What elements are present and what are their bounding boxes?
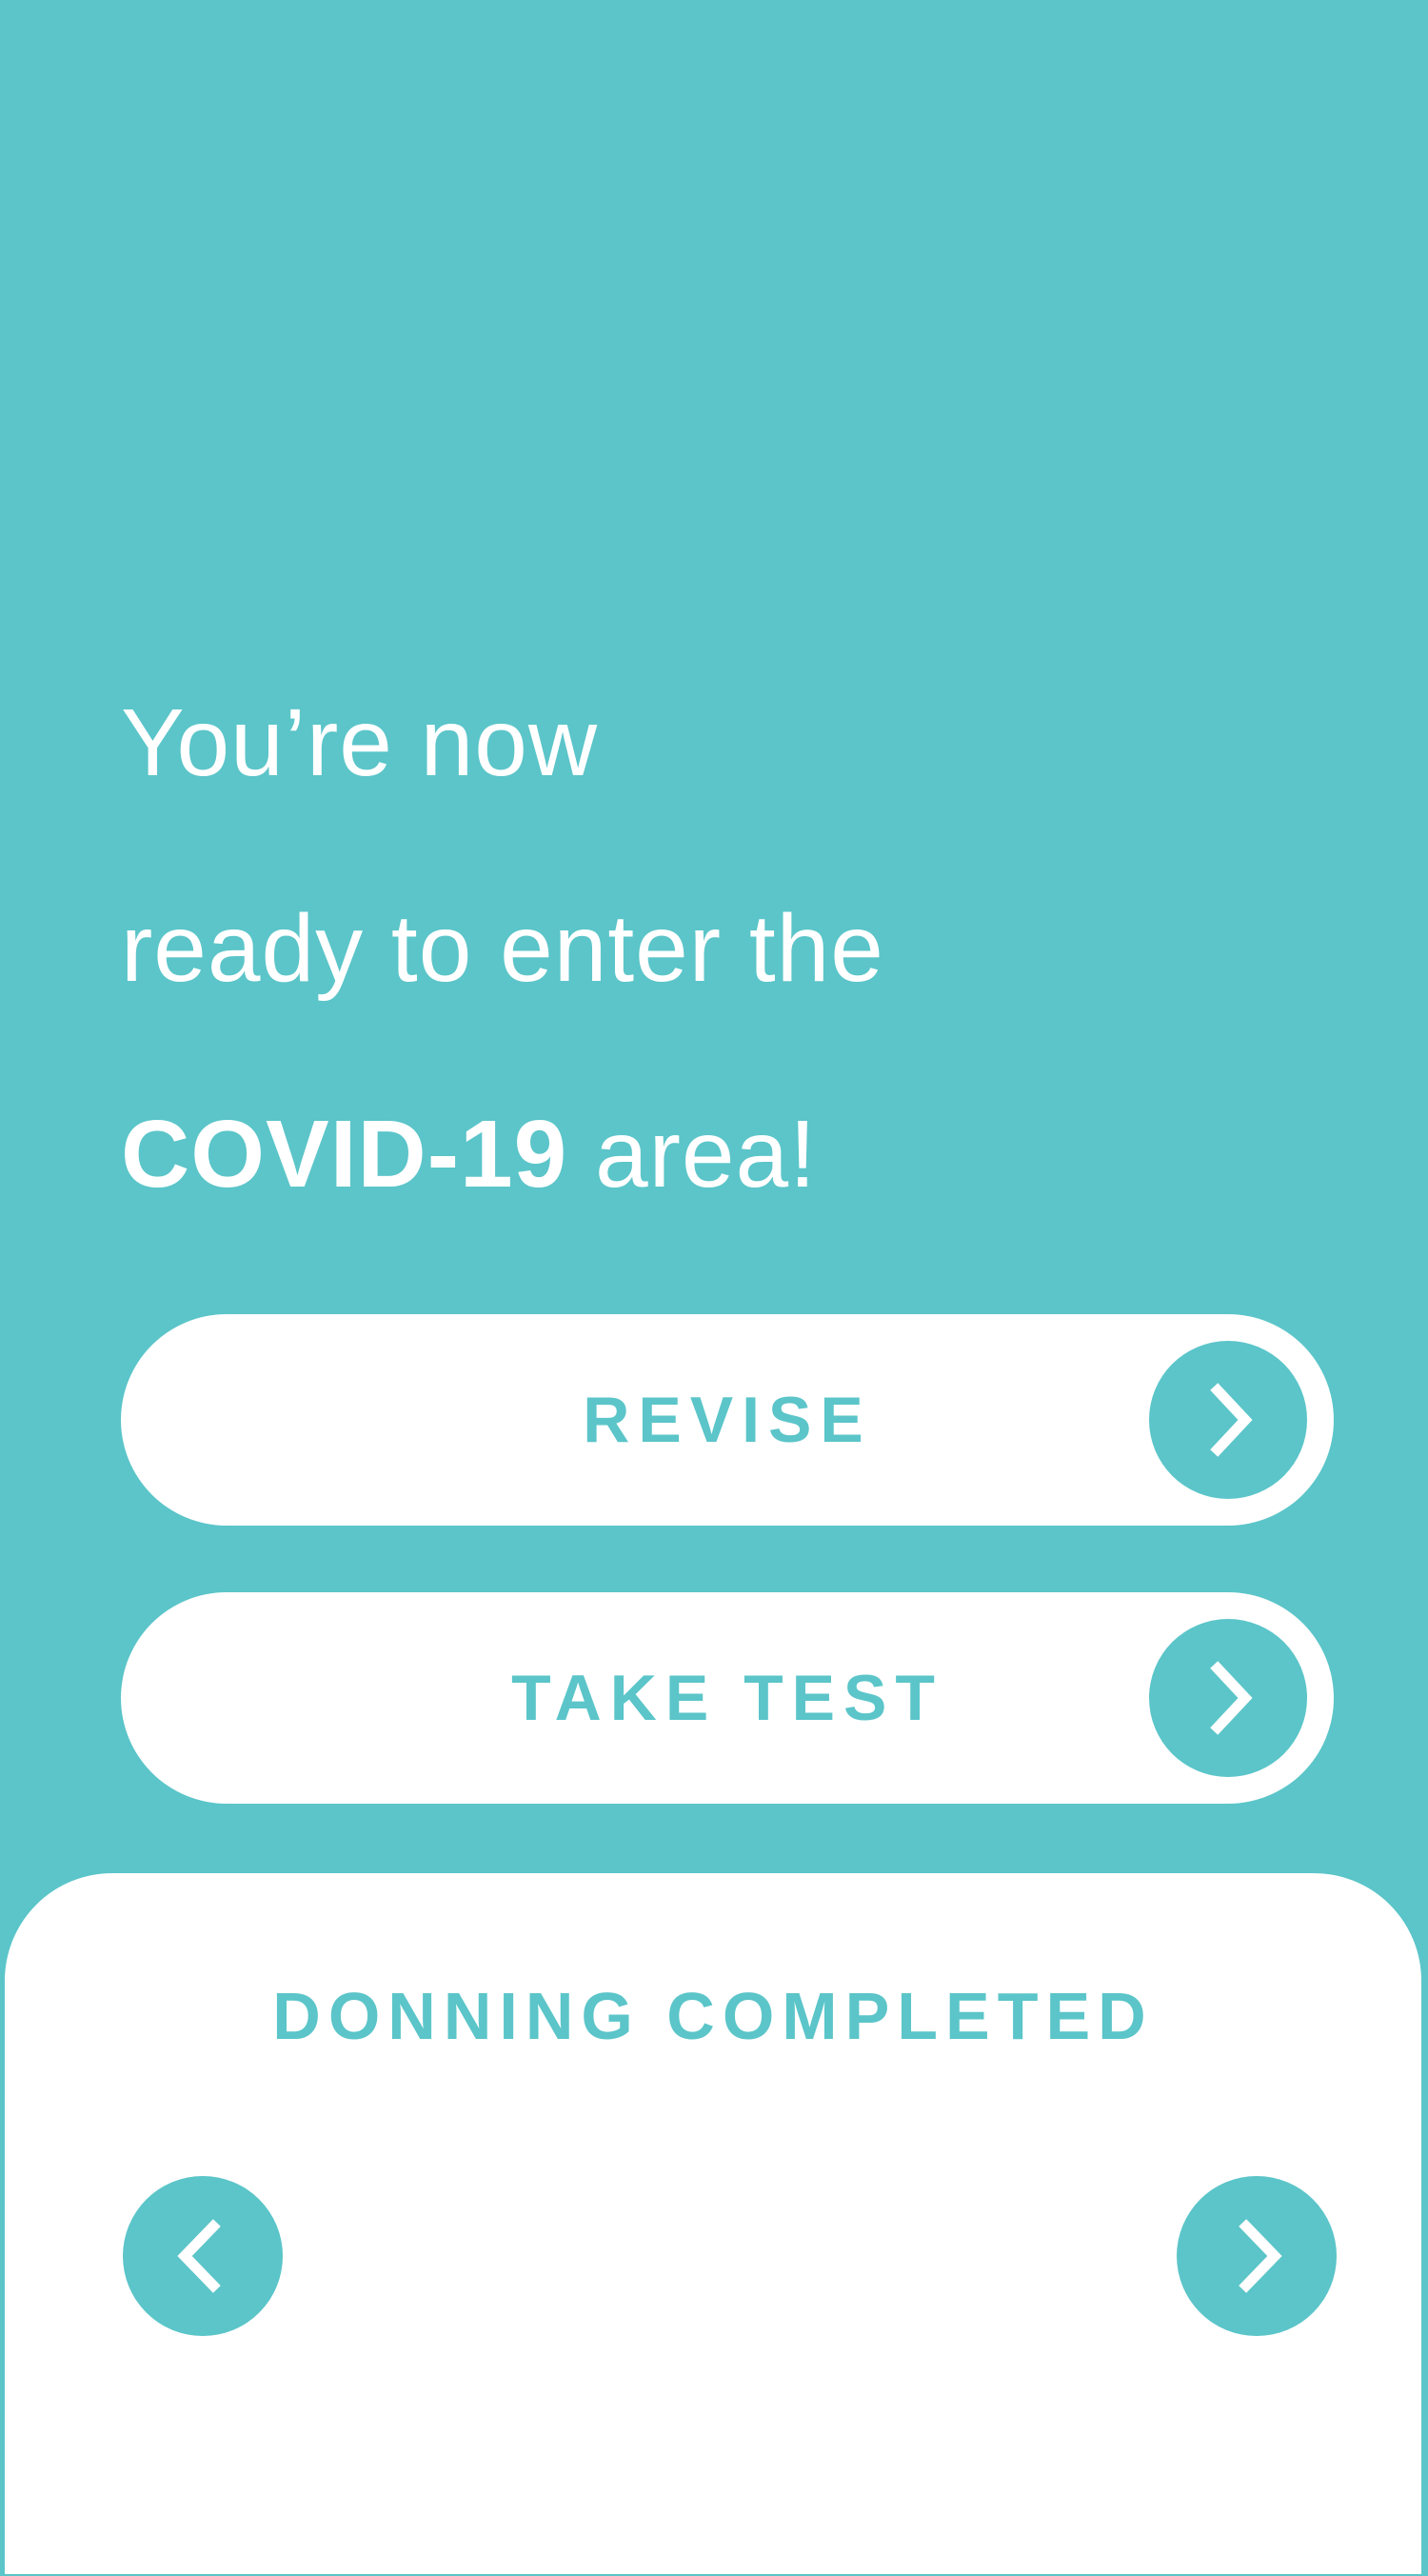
headline-line-1: You’re now [121, 689, 599, 796]
headline-line-3: COVID-19 area! [121, 1051, 1320, 1257]
headline-line-3-rest: area! [567, 1101, 817, 1208]
take-test-button[interactable]: TAKE TEST [121, 1592, 1334, 1804]
headline: You’re now ready to enter the COVID-19 a… [121, 640, 1320, 1257]
chevron-left-icon [177, 2219, 221, 2293]
previous-button[interactable] [123, 2176, 283, 2336]
donning-card: DONNING COMPLETED [3, 1871, 1423, 2576]
headline-covid-term: COVID-19 [121, 1101, 568, 1208]
chevron-right-icon [1149, 1341, 1307, 1499]
card-title: DONNING COMPLETED [272, 1979, 1154, 2053]
revise-button[interactable]: REVISE [121, 1314, 1334, 1526]
next-button[interactable] [1177, 2176, 1337, 2336]
chevron-right-icon [1149, 1619, 1307, 1777]
headline-line-2: ready to enter the [121, 895, 884, 1002]
chevron-right-icon [1239, 2219, 1282, 2293]
